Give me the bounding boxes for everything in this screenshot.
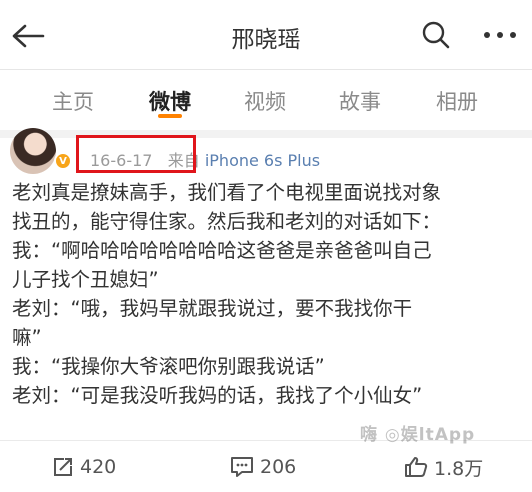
more-button[interactable] (478, 17, 522, 53)
comment-count: 206 (260, 456, 297, 478)
repost-icon (54, 458, 72, 476)
post-card: V 16-6-17 来自 iPhone 6s Plus 老刘真是撩妹高手，我们看… (0, 128, 532, 440)
post-source[interactable]: iPhone 6s Plus (205, 151, 320, 170)
repost-count: 420 (80, 456, 117, 478)
repost-button[interactable]: 420 (52, 455, 116, 479)
more-dots-icon (484, 32, 516, 38)
post-line: 老刘真是撩妹高手，我们看了个电视里面说找对象 (12, 181, 442, 204)
top-bar: 邢晓瑶 (0, 0, 532, 70)
post-line: 老刘：“可是我没听我妈的话，我找了个小仙女” (12, 384, 423, 407)
weibo-profile-page: 邢晓瑶 主页 微博 视频 故事 相册 V 16-6-17 来自 iPhone 6… (0, 0, 532, 492)
like-count: 1.8万 (434, 457, 484, 480)
comment-icon (231, 457, 253, 477)
search-button[interactable] (418, 17, 454, 53)
post-line: 我：“啊哈哈哈哈哈哈哈哈这爸爸是亲爸爸叫自己 (12, 239, 432, 262)
profile-tabs: 主页 微博 视频 故事 相册 (0, 70, 532, 130)
post-actions-bar: 420 206 1.8万 (0, 440, 532, 492)
tab-home[interactable]: 主页 (38, 86, 108, 116)
search-icon (422, 21, 450, 49)
like-button[interactable]: 1.8万 (404, 455, 484, 480)
post-line: 嘛” (12, 326, 42, 349)
post-line: 儿子找个丑媳妇” (12, 268, 159, 291)
verified-badge-icon: V (54, 152, 72, 170)
avatar-container[interactable]: V (10, 128, 72, 174)
avatar[interactable] (10, 128, 56, 174)
tab-weibo[interactable]: 微博 (135, 86, 205, 116)
red-highlight-box (76, 135, 196, 173)
post-line: 找丑的，能守得住家。然后我和老刘的对话如下： (12, 210, 442, 233)
watermark: 嗨 ◎娱ltApp (360, 425, 476, 445)
post-text: 老刘真是撩妹高手，我们看了个电视里面说找对象 找丑的，能守得住家。然后我和老刘的… (12, 178, 522, 410)
post-line: 我：“我操你大爷滚吧你别跟我说话” (12, 355, 325, 378)
thumbs-up-icon (405, 457, 428, 477)
post-line: 老刘：“哦，我妈早就跟我说过，要不我找你干 (12, 297, 413, 320)
tab-video[interactable]: 视频 (230, 86, 300, 116)
active-tab-indicator (158, 114, 182, 118)
tab-story[interactable]: 故事 (325, 86, 395, 116)
tab-album[interactable]: 相册 (422, 86, 492, 116)
comment-button[interactable]: 206 (230, 455, 296, 479)
